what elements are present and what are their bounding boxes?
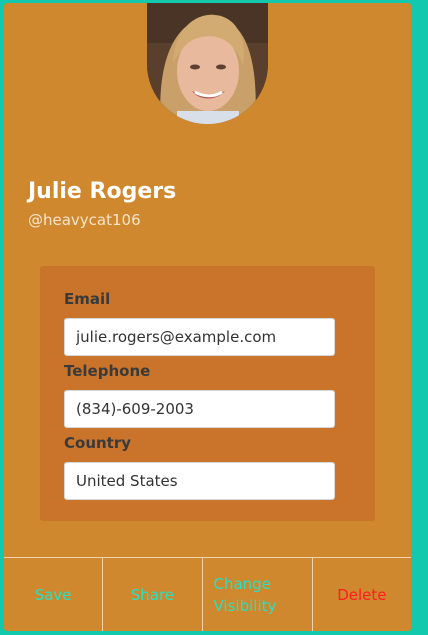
contact-details-panel: Email Telephone Country — [40, 266, 375, 521]
profile-name: Julie Rogers — [28, 179, 177, 204]
avatar — [147, 3, 268, 124]
telephone-label: Telephone — [64, 362, 151, 380]
action-bar: Save Share Change Visibility Delete — [4, 557, 411, 631]
change-visibility-button[interactable]: Change Visibility — [203, 558, 313, 631]
change-visibility-label: Change Visibility — [214, 573, 277, 617]
avatar-portrait — [147, 3, 268, 124]
change-visibility-line1: Change — [213, 575, 271, 593]
delete-button[interactable]: Delete — [313, 558, 411, 631]
country-label: Country — [64, 434, 132, 452]
email-field[interactable] — [64, 318, 335, 356]
email-label: Email — [64, 290, 111, 308]
share-button[interactable]: Share — [103, 558, 203, 631]
country-field[interactable] — [64, 462, 335, 500]
change-visibility-line2: Visibility — [213, 597, 277, 615]
save-button[interactable]: Save — [4, 558, 104, 631]
profile-handle: @heavycat106 — [28, 211, 141, 229]
profile-card: Julie Rogers @heavycat106 Email Telephon… — [4, 3, 411, 631]
telephone-field[interactable] — [64, 390, 335, 428]
